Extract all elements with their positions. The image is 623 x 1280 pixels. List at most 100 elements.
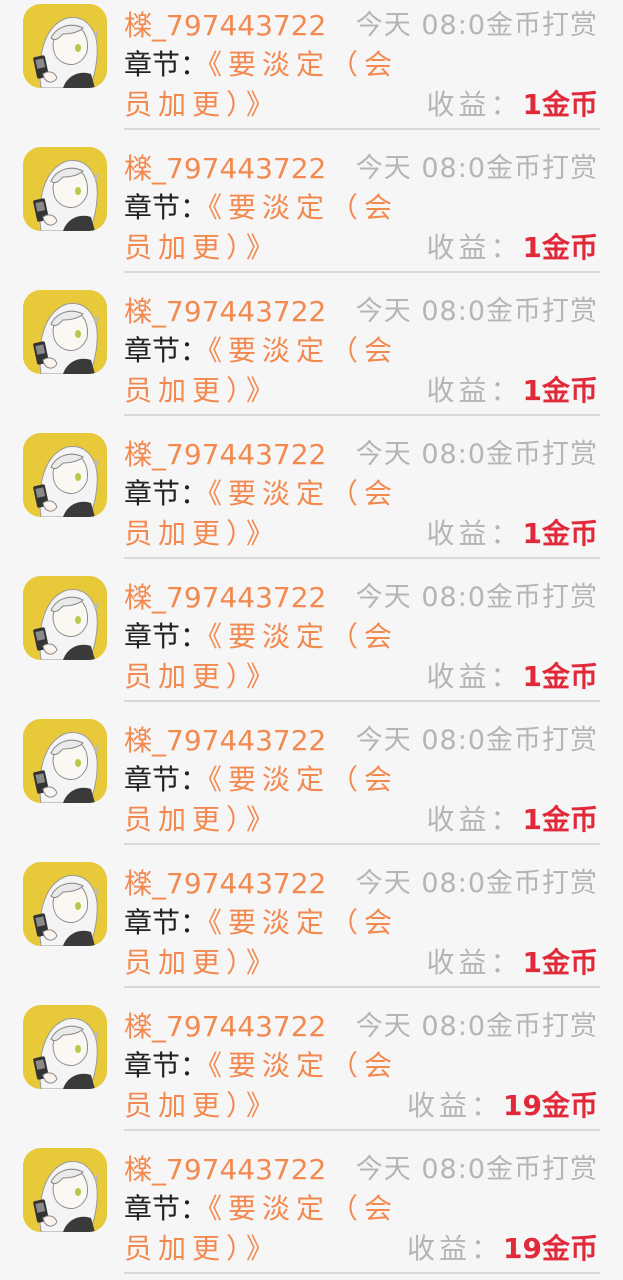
income: 收益：19金币 [407,1087,598,1125]
income-label: 收益： [407,1089,504,1122]
list-item[interactable]: 檪_797443722 今天 08:0金币打赏 章节：《要淡定（会 员加更）》 … [0,0,623,143]
list-item[interactable]: 檪_797443722 今天 08:0金币打赏 章节：《要淡定（会 员加更）》 … [0,858,623,1001]
reward-meta: 今天 08:0金币打赏 [355,725,598,756]
reward-meta: 今天 08:0金币打赏 [355,1011,598,1042]
income: 收益：19金币 [407,1230,598,1268]
chapter-title[interactable]: 《要淡定（会 [208,334,398,367]
chapter-title-continued[interactable]: 员加更）》 [124,944,280,982]
income-value: 1金币 [522,660,598,693]
reward-meta: 今天 08:0金币打赏 [355,10,598,41]
user-avatar[interactable] [23,4,107,88]
username[interactable]: 檪_797443722 [124,580,326,616]
income-value: 1金币 [522,88,598,121]
chapter-label: 章节： [124,191,209,224]
chapter-title-continued[interactable]: 员加更）》 [124,658,280,696]
user-avatar[interactable] [23,862,107,946]
list-item[interactable]: 檪_797443722 今天 08:0金币打赏 章节：《要淡定（会 员加更）》 … [0,1144,623,1280]
chapter-title[interactable]: 《要淡定（会 [208,191,398,224]
income-label: 收益： [407,1232,504,1265]
divider [124,414,600,416]
chapter-title[interactable]: 《要淡定（会 [208,477,398,510]
reward-meta: 今天 08:0金币打赏 [355,296,598,327]
chapter-label: 章节： [124,1049,209,1082]
income-label: 收益： [426,803,523,836]
income-value: 1金币 [522,803,598,836]
user-avatar[interactable] [23,433,107,517]
chapter-label: 章节： [124,477,209,510]
income-value: 1金币 [522,374,598,407]
anime-girl-avatar-icon [23,862,107,946]
chapter-title-continued[interactable]: 员加更）》 [124,515,280,553]
income-label: 收益： [426,946,523,979]
list-item[interactable]: 檪_797443722 今天 08:0金币打赏 章节：《要淡定（会 员加更）》 … [0,429,623,572]
chapter-title[interactable]: 《要淡定（会 [208,1192,398,1225]
divider [124,271,600,273]
income-value: 1金币 [522,946,598,979]
income: 收益：1金币 [427,801,599,839]
income-value: 19金币 [503,1089,598,1122]
anime-girl-avatar-icon [23,433,107,517]
list-item[interactable]: 檪_797443722 今天 08:0金币打赏 章节：《要淡定（会 员加更）》 … [0,715,623,858]
divider [124,557,600,559]
income: 收益：1金币 [427,658,599,696]
chapter-title-continued[interactable]: 员加更）》 [124,372,280,410]
chapter-title[interactable]: 《要淡定（会 [208,763,398,796]
username[interactable]: 檪_797443722 [124,723,326,759]
list-item[interactable]: 檪_797443722 今天 08:0金币打赏 章节：《要淡定（会 员加更）》 … [0,143,623,286]
divider [124,1129,600,1131]
anime-girl-avatar-icon [23,1005,107,1089]
anime-girl-avatar-icon [23,4,107,88]
income: 收益：1金币 [427,86,599,124]
chapter-title-continued[interactable]: 员加更）》 [124,1230,280,1268]
income-label: 收益： [426,231,523,264]
username[interactable]: 檪_797443722 [124,151,326,187]
income-value: 1金币 [522,517,598,550]
chapter-title[interactable]: 《要淡定（会 [208,620,398,653]
reward-meta: 今天 08:0金币打赏 [355,582,598,613]
username[interactable]: 檪_797443722 [124,866,326,902]
income: 收益：1金币 [427,229,599,267]
chapter-title-continued[interactable]: 员加更）》 [124,1087,280,1125]
chapter-label: 章节： [124,48,209,81]
reward-list: 檪_797443722 今天 08:0金币打赏 章节：《要淡定（会 员加更）》 … [0,0,623,1280]
divider [124,843,600,845]
anime-girl-avatar-icon [23,147,107,231]
reward-meta: 今天 08:0金币打赏 [355,1154,598,1185]
username[interactable]: 檪_797443722 [124,8,326,44]
username[interactable]: 檪_797443722 [124,1009,326,1045]
chapter-title-continued[interactable]: 员加更）》 [124,86,280,124]
chapter-label: 章节： [124,1192,209,1225]
income: 收益：1金币 [427,944,599,982]
user-avatar[interactable] [23,576,107,660]
chapter-title[interactable]: 《要淡定（会 [208,48,398,81]
income-value: 1金币 [522,231,598,264]
chapter-title[interactable]: 《要淡定（会 [208,906,398,939]
divider [124,986,600,988]
user-avatar[interactable] [23,147,107,231]
chapter-title[interactable]: 《要淡定（会 [208,1049,398,1082]
user-avatar[interactable] [23,1148,107,1232]
chapter-label: 章节： [124,906,209,939]
chapter-title-continued[interactable]: 员加更）》 [124,229,280,267]
list-item[interactable]: 檪_797443722 今天 08:0金币打赏 章节：《要淡定（会 员加更）》 … [0,572,623,715]
user-avatar[interactable] [23,1005,107,1089]
chapter-title-continued[interactable]: 员加更）》 [124,801,280,839]
reward-meta: 今天 08:0金币打赏 [355,868,598,899]
username[interactable]: 檪_797443722 [124,437,326,473]
income: 收益：1金币 [427,515,599,553]
chapter-label: 章节： [124,334,209,367]
chapter-label: 章节： [124,763,209,796]
list-item[interactable]: 檪_797443722 今天 08:0金币打赏 章节：《要淡定（会 员加更）》 … [0,286,623,429]
income-label: 收益： [426,517,523,550]
username[interactable]: 檪_797443722 [124,294,326,330]
anime-girl-avatar-icon [23,576,107,660]
divider [124,128,600,130]
user-avatar[interactable] [23,290,107,374]
list-item[interactable]: 檪_797443722 今天 08:0金币打赏 章节：《要淡定（会 员加更）》 … [0,1001,623,1144]
anime-girl-avatar-icon [23,290,107,374]
username[interactable]: 檪_797443722 [124,1152,326,1188]
income-label: 收益： [426,88,523,121]
user-avatar[interactable] [23,719,107,803]
anime-girl-avatar-icon [23,719,107,803]
chapter-label: 章节： [124,620,209,653]
